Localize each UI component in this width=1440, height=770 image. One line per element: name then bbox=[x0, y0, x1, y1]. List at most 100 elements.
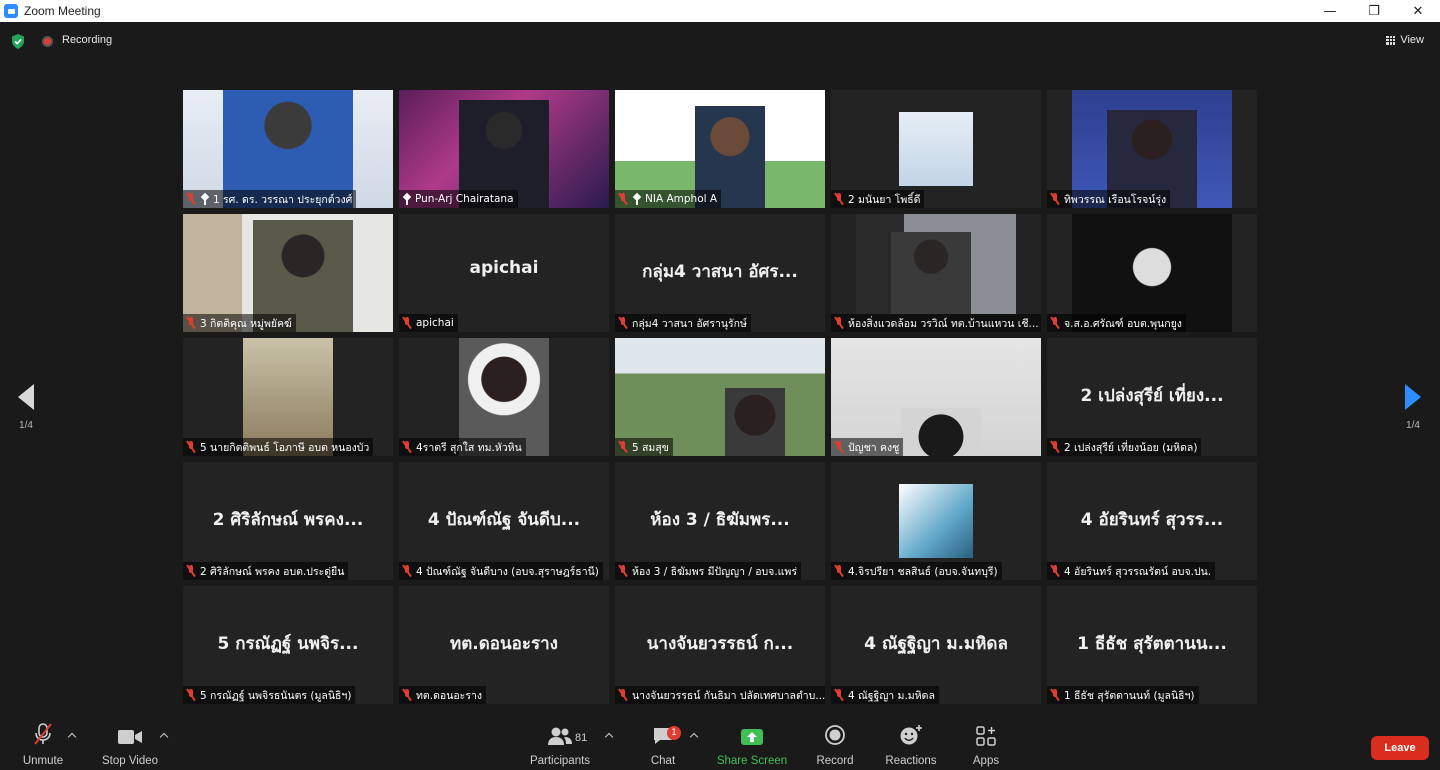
participant-name: 3 กิตติคุณ หมู่พยัคฆ์ bbox=[200, 317, 292, 330]
video-camera-icon bbox=[118, 730, 142, 744]
participant-tile[interactable]: Pun-Arj Chairatana bbox=[399, 90, 609, 208]
chat-button[interactable]: Chat bbox=[640, 718, 686, 770]
participant-name: 5 สมสุข bbox=[632, 441, 669, 454]
participant-video bbox=[899, 112, 973, 186]
participant-tile[interactable]: 1 ธีธัช สุรัตตานน... 1 ธีธัช สุรัตตานนท์ … bbox=[1047, 586, 1257, 704]
participant-tile[interactable]: 4ราตรี สุกใส ทม.หัวหิน bbox=[399, 338, 609, 456]
view-button[interactable]: View bbox=[1380, 29, 1430, 51]
participant-name: NIA Amphol A bbox=[645, 193, 718, 205]
participant-tile[interactable]: 2 ศิริลักษณ์ พรคง... 2 ศิริลักษณ์ พรคง อบ… bbox=[183, 462, 393, 580]
participant-name: 5 นายกิตติพนธ์ โอภาษี อบต หนองบัว bbox=[200, 441, 370, 454]
apps-button[interactable]: Apps bbox=[966, 718, 1006, 770]
participant-name: ห้องสิ่งแวดล้อม วรวิณ์ ทต.บ้านแหวน เชี..… bbox=[848, 317, 1039, 330]
record-label: Record bbox=[816, 755, 854, 767]
participant-name: ห้อง 3 / ธิฆัมพร มีปัญญา / อบจ.แพร่ bbox=[632, 565, 797, 578]
participants-button[interactable]: Participants bbox=[528, 718, 592, 770]
participant-tile[interactable]: ทต.ดอนอะราง ทต.ดอนอะราง bbox=[399, 586, 609, 704]
microphone-muted-icon bbox=[1050, 317, 1060, 329]
next-page-button[interactable]: 1/4 bbox=[1398, 384, 1428, 444]
participant-name-label: ปัญชา คงชู bbox=[831, 438, 904, 456]
microphone-muted-icon bbox=[618, 317, 628, 329]
participant-name: นางจันยวรรธน์ กันธิมา ปลัดเทศบาลตำบ... bbox=[632, 689, 825, 702]
record-icon bbox=[825, 725, 845, 745]
unmute-button[interactable]: Unmute bbox=[18, 718, 68, 770]
participant-name: 4ราตรี สุกใส ทม.หัวหิน bbox=[416, 441, 522, 454]
participant-name: 4.จิรปรียา ชลสินธ์ (อบจ.จันทบุรี) bbox=[848, 565, 998, 578]
participant-name-label: 2 ศิริลักษณ์ พรคง อบต.ประดู่ยืน bbox=[183, 562, 349, 580]
microphone-muted-icon bbox=[834, 441, 844, 453]
participant-tile[interactable]: ห้องสิ่งแวดล้อม วรวิณ์ ทต.บ้านแหวน เชี..… bbox=[831, 214, 1041, 332]
participant-name-label: 2 มนันยา โพธิ์ดี bbox=[831, 190, 925, 208]
participant-name: 4 ณัฐฐิญา ม.มหิดล bbox=[848, 689, 935, 702]
participant-tile[interactable]: NIA Amphol A bbox=[615, 90, 825, 208]
participant-tile[interactable]: 4 ณัฐฐิญา ม.มหิดล 4 ณัฐฐิญา ม.มหิดล bbox=[831, 586, 1041, 704]
participant-name: 4 อัยรินทร์ สุวรรณรัตน์ อบจ.ปน. bbox=[1064, 565, 1212, 578]
microphone-muted-icon bbox=[618, 441, 628, 453]
participant-name: 1 รศ. ดร. วรรณา ประยุกต์วงศ์ bbox=[213, 193, 353, 206]
participant-tile[interactable]: 1 รศ. ดร. วรรณา ประยุกต์วงศ์ bbox=[183, 90, 393, 208]
participant-name: 4 ปัณฑ์ณัฐ จันดีบาง (อบจ.สุราษฎร์ธานี) bbox=[416, 565, 599, 578]
participant-name-label: จ.ส.อ.ศรัณฑ์ อบต.พุนกยูง bbox=[1047, 314, 1186, 332]
participant-name: กลุ่ม4 วาสนา อัศรานุรักษ์ bbox=[632, 317, 747, 330]
participant-tile[interactable]: 5 นายกิตติพนธ์ โอภาษี อบต หนองบัว bbox=[183, 338, 393, 456]
microphone-muted-icon bbox=[186, 317, 196, 329]
participant-tile[interactable]: 4 อัยรินทร์ สุวรร... 4 อัยรินทร์ สุวรรณรั… bbox=[1047, 462, 1257, 580]
maximize-button[interactable]: ❐ bbox=[1352, 0, 1396, 22]
chat-options-caret[interactable] bbox=[690, 732, 698, 740]
participant-name: ทต.ดอนอะราง bbox=[416, 689, 482, 702]
reactions-button[interactable]: Reactions bbox=[882, 718, 940, 770]
participant-tile[interactable]: apichai apichai bbox=[399, 214, 609, 332]
participant-name-label: 4 อัยรินทร์ สุวรรณรัตน์ อบจ.ปน. bbox=[1047, 562, 1216, 580]
video-options-caret[interactable] bbox=[160, 732, 168, 740]
microphone-muted-icon bbox=[34, 723, 52, 745]
microphone-muted-icon bbox=[402, 441, 412, 453]
reactions-label: Reactions bbox=[885, 755, 937, 767]
previous-page-button[interactable]: 1/4 bbox=[11, 384, 41, 444]
microphone-muted-icon bbox=[618, 689, 628, 701]
video-gallery: 1 รศ. ดร. วรรณา ประยุกต์วงศ์ Pun-Arj Chai… bbox=[183, 90, 1257, 704]
participant-name-label: ทต.ดอนอะราง bbox=[399, 686, 486, 704]
minimize-button[interactable]: — bbox=[1308, 0, 1352, 22]
arrow-right-icon bbox=[1405, 384, 1421, 410]
microphone-muted-icon bbox=[402, 317, 412, 329]
participant-display-name: 4 ปัณฑ์ณัฐ จันดีบ... bbox=[427, 510, 581, 530]
audio-options-caret[interactable] bbox=[68, 732, 76, 740]
participant-tile[interactable]: จ.ส.อ.ศรัณฑ์ อบต.พุนกยูง bbox=[1047, 214, 1257, 332]
participant-display-name: 1 ธีธัช สุรัตตานน... bbox=[1077, 634, 1227, 654]
participant-name: 2 เปล่งสุรีย์ เที่ยงน้อย (มหิดล) bbox=[1064, 441, 1198, 454]
participant-tile[interactable]: ทิพวรรณ เรือนโรจน์รุ่ง bbox=[1047, 90, 1257, 208]
participant-tile[interactable]: 5 กรณัฏฐ์ นพจิร... 5 กรณัฏฐ์ นพจิรธนันตร … bbox=[183, 586, 393, 704]
participant-tile[interactable]: ห้อง 3 / ธิฆัมพร... ห้อง 3 / ธิฆัมพร มีปั… bbox=[615, 462, 825, 580]
microphone-muted-icon bbox=[834, 317, 844, 329]
participant-tile[interactable]: นางจันยวรรธน์ ก... นางจันยวรรธน์ กันธิมา … bbox=[615, 586, 825, 704]
view-label: View bbox=[1400, 34, 1424, 46]
participant-video bbox=[891, 232, 971, 314]
chat-unread-badge: 1 bbox=[667, 726, 681, 740]
participant-video bbox=[899, 484, 973, 558]
participant-name: 1 ธีธัช สุรัตตานนท์ (มูลนิธิฯ) bbox=[1064, 689, 1195, 702]
participant-tile[interactable]: 4 ปัณฑ์ณัฐ จันดีบ... 4 ปัณฑ์ณัฐ จันดีบาง … bbox=[399, 462, 609, 580]
participant-tile[interactable]: ปัญชา คงชู bbox=[831, 338, 1041, 456]
participant-name: Pun-Arj Chairatana bbox=[415, 193, 514, 205]
share-screen-button[interactable]: Share Screen bbox=[716, 718, 788, 770]
leave-button[interactable]: Leave bbox=[1371, 736, 1429, 760]
participant-tile[interactable]: 2 มนันยา โพธิ์ดี bbox=[831, 90, 1041, 208]
recording-label: Recording bbox=[62, 34, 113, 46]
participant-name-label: 4 ณัฐฐิญา ม.มหิดล bbox=[831, 686, 939, 704]
participants-options-caret[interactable] bbox=[605, 732, 613, 740]
participant-tile[interactable]: กลุ่ม4 วาสนา อัศร... กลุ่ม4 วาสนา อัศรานุ… bbox=[615, 214, 825, 332]
record-button[interactable]: Record bbox=[812, 718, 858, 770]
security-shield-icon[interactable] bbox=[11, 34, 25, 49]
participant-tile[interactable]: 4.จิรปรียา ชลสินธ์ (อบจ.จันทบุรี) bbox=[831, 462, 1041, 580]
close-button[interactable]: ✕ bbox=[1396, 0, 1440, 22]
participant-display-name: 5 กรณัฏฐ์ นพจิร... bbox=[217, 634, 359, 654]
microphone-muted-icon bbox=[1050, 441, 1060, 453]
unmute-label: Unmute bbox=[22, 755, 64, 767]
stop-video-button[interactable]: Stop Video bbox=[98, 718, 162, 770]
participant-display-name: 4 ณัฐฐิญา ม.มหิดล bbox=[864, 634, 1008, 654]
participant-name-label: 5 นายกิตติพนธ์ โอภาษี อบต หนองบัว bbox=[183, 438, 374, 456]
window-controls: — ❐ ✕ bbox=[1308, 0, 1440, 22]
participant-tile[interactable]: 5 สมสุข bbox=[615, 338, 825, 456]
participant-tile[interactable]: 3 กิตติคุณ หมู่พยัคฆ์ bbox=[183, 214, 393, 332]
participant-tile[interactable]: 2 เปล่งสุรีย์ เที่ยง... 2 เปล่งสุรีย์ เที… bbox=[1047, 338, 1257, 456]
